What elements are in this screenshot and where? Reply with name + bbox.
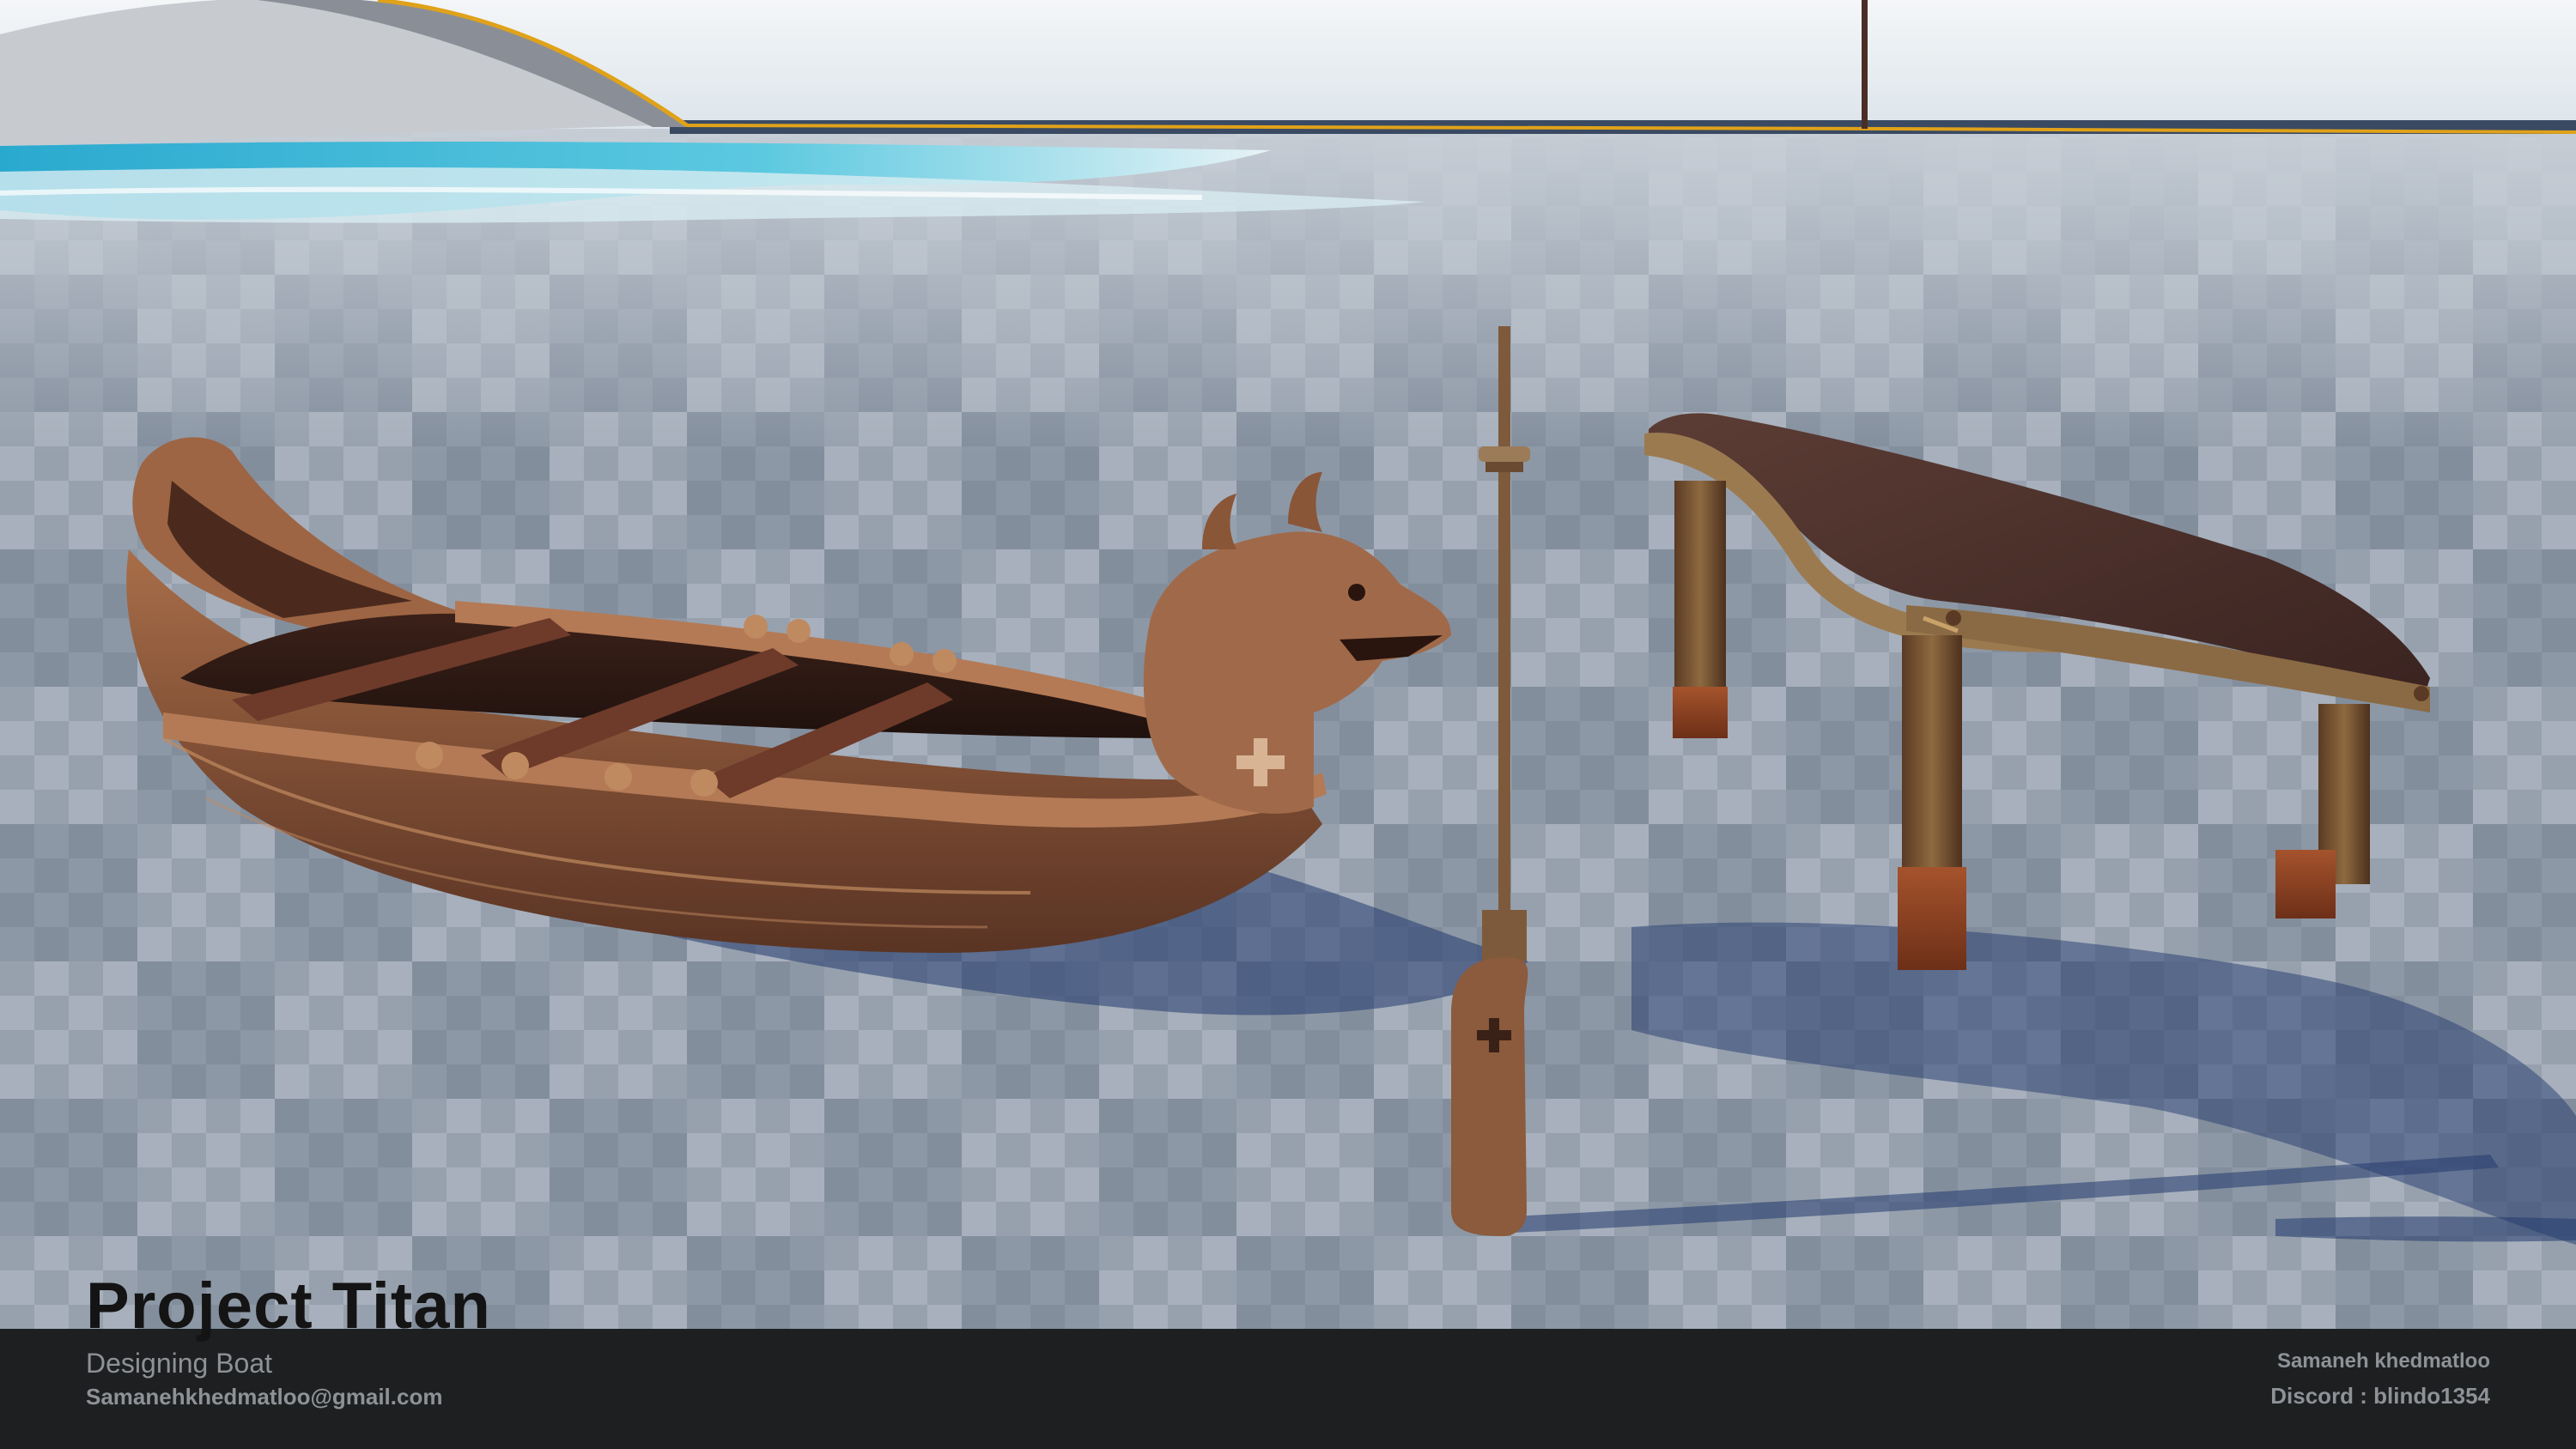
distant-pole — [1862, 0, 1868, 129]
discord-handle: Discord : blindo1354 — [2270, 1383, 2490, 1409]
author-name: Samaneh khedmatloo — [2276, 1349, 2490, 1373]
bench-leg-front-left — [1902, 635, 1962, 893]
project-subtitle: Designing Boat — [86, 1348, 273, 1379]
oar-blade — [1451, 957, 1528, 1236]
bench-leg-back-left — [1674, 481, 1726, 721]
oar-shaft — [1498, 326, 1510, 961]
viewport-scene — [0, 0, 2576, 1449]
contact-email: Samanehkhedmatloo@gmail.com — [86, 1384, 443, 1410]
project-title: Project Titan — [86, 1270, 491, 1343]
